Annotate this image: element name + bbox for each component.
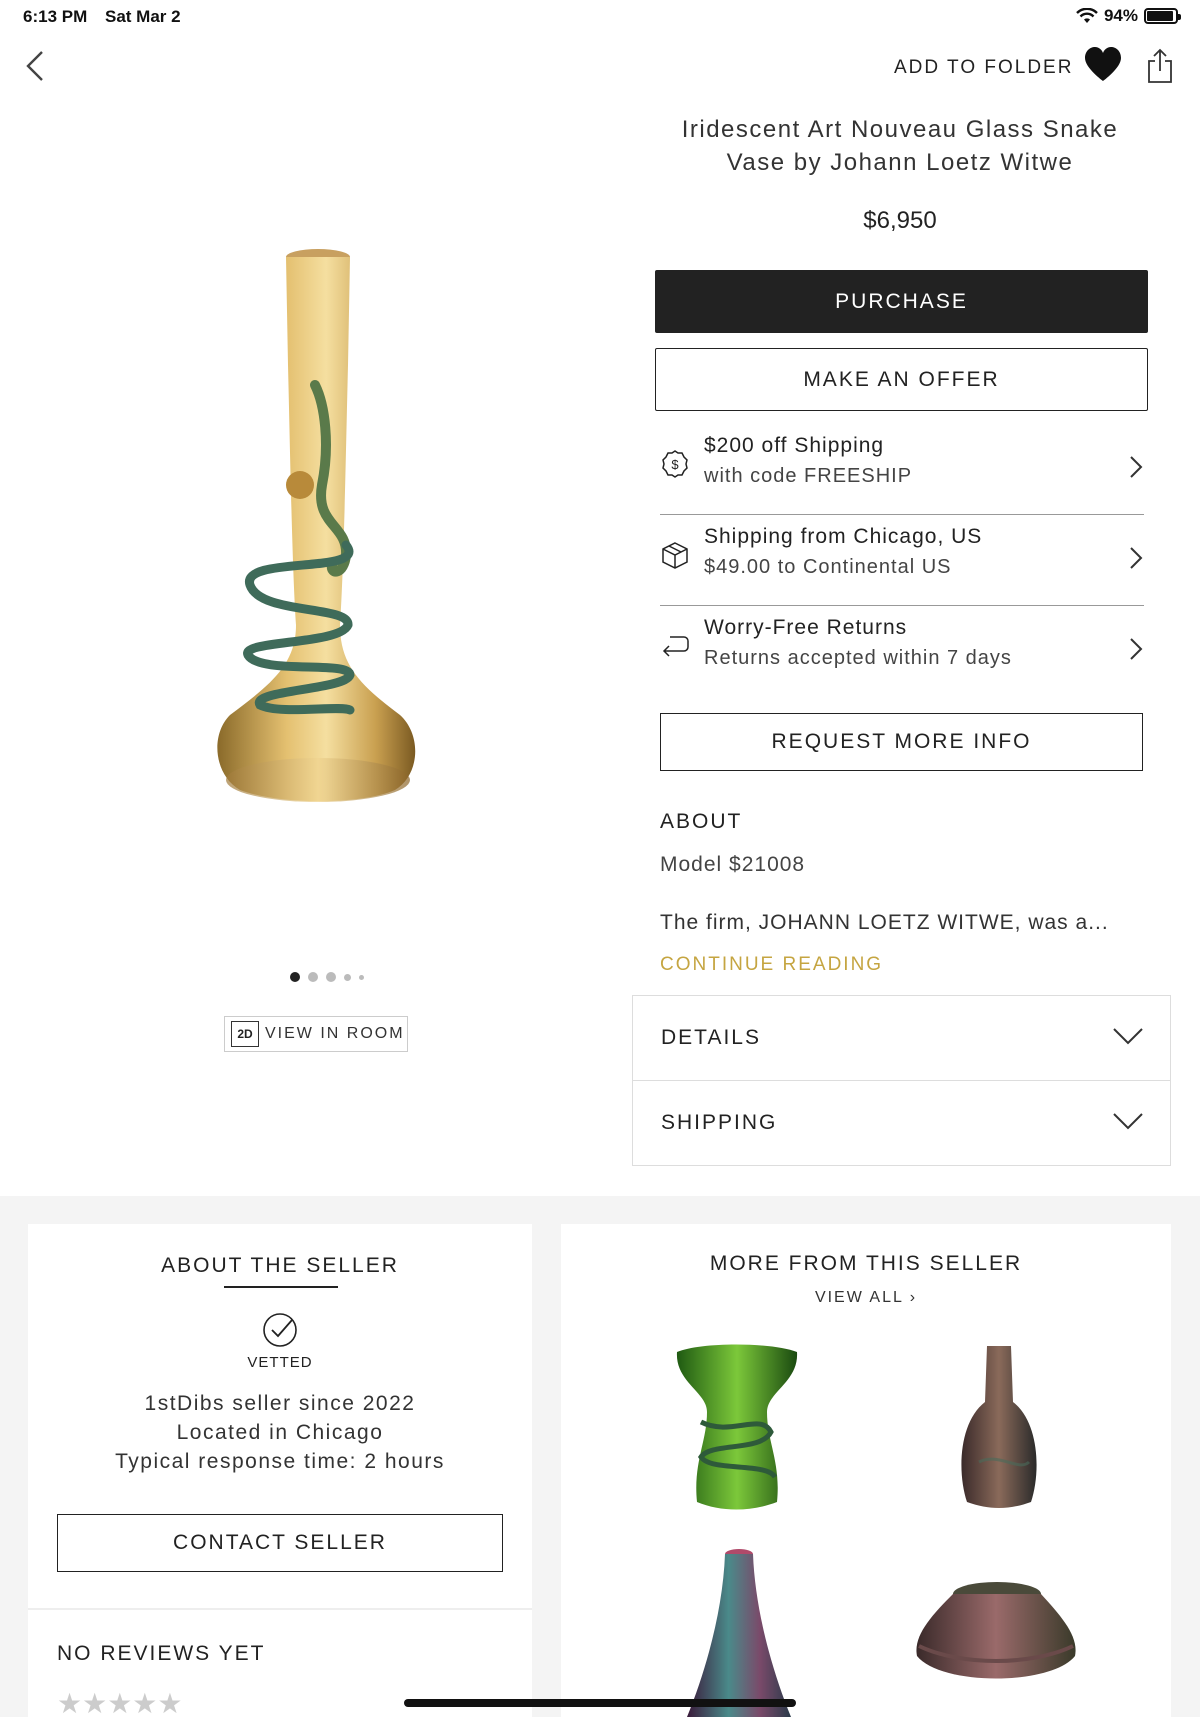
home-indicator[interactable] [404, 1699, 796, 1707]
about-model: Model $21008 [660, 853, 806, 876]
seller-since: 1stDibs seller since 2022 [144, 1392, 416, 1415]
title-underline [224, 1286, 338, 1288]
product-title: Iridescent Art Nouveau Glass Snake Vase … [681, 116, 1119, 176]
chevron-right-icon [1130, 638, 1143, 660]
make-offer-button[interactable]: MAKE AN OFFER [655, 348, 1148, 411]
status-time: 6:13 PM [23, 7, 88, 26]
status-bar: 6:13 PM Sat Mar 2 94% [0, 0, 1200, 34]
request-more-info-button[interactable]: REQUEST MORE INFO [660, 713, 1143, 771]
seller-response-time: Typical response time: 2 hours [115, 1450, 445, 1473]
about-description: The firm, JOHANN LOETZ WITWE, was a... [660, 911, 1109, 934]
details-accordion[interactable]: DETAILS [632, 995, 1171, 1081]
pagination-dot[interactable] [308, 972, 318, 982]
gallery-pagination[interactable] [290, 972, 364, 982]
svg-text:$: $ [671, 457, 679, 472]
battery-percent: 94% [1103, 6, 1138, 25]
battery-icon [1144, 8, 1181, 24]
details-label: DETAILS [661, 1026, 761, 1049]
more-from-seller-title: MORE FROM THIS SELLER [709, 1252, 1023, 1275]
star-rating: ★★★★★ [57, 1688, 183, 1717]
about-seller-title: ABOUT THE SELLER [161, 1254, 399, 1277]
add-to-folder-button[interactable]: ADD TO FOLDER [894, 57, 1073, 79]
return-arrow-icon [662, 636, 689, 657]
shipping-label: SHIPPING [661, 1111, 778, 1134]
chevron-right-icon [1130, 547, 1143, 569]
shipping-origin-row[interactable]: Shipping from Chicago, US $49.00 to Cont… [660, 516, 1144, 606]
product-price: $6,950 [863, 207, 937, 234]
contact-seller-button[interactable]: CONTACT SELLER [57, 1514, 503, 1572]
pagination-dot[interactable] [359, 974, 364, 980]
chevron-down-icon [1113, 1113, 1143, 1130]
continue-reading-link[interactable]: CONTINUE READING [660, 954, 883, 976]
shipping-accordion[interactable]: SHIPPING [632, 1080, 1171, 1166]
share-icon[interactable] [1146, 48, 1174, 84]
vetted-label: VETTED [247, 1354, 313, 1371]
pagination-dot[interactable] [326, 972, 336, 982]
status-date: Sat Mar 2 [105, 7, 181, 26]
seller-location: Located in Chicago [176, 1421, 384, 1444]
vase-illustration [217, 249, 416, 802]
dollar-badge-icon: $ [662, 450, 688, 478]
more-from-seller-card: MORE FROM THIS SELLER VIEW ALL › [561, 1224, 1171, 1717]
view-in-room-button[interactable]: 2D VIEW IN ROOM [224, 1016, 408, 1052]
returns-row[interactable]: Worry-Free Returns Returns accepted with… [660, 607, 1144, 697]
status-indicators: 94% [1076, 6, 1181, 26]
pagination-dot[interactable] [290, 972, 300, 982]
box-icon [662, 542, 688, 569]
view-in-room-label: VIEW IN ROOM [265, 1025, 405, 1042]
product-image[interactable] [200, 245, 440, 815]
view-all-link[interactable]: VIEW ALL › [561, 1289, 1171, 1307]
divider [28, 1608, 532, 1610]
product-thumbnail-bronze-vase[interactable] [949, 1342, 1049, 1512]
product-thumbnail-iridescent-vase[interactable] [681, 1548, 801, 1717]
pagination-dot[interactable] [344, 973, 351, 981]
2d-icon: 2D [231, 1021, 259, 1047]
about-heading: ABOUT [660, 810, 743, 833]
back-chevron-icon[interactable] [22, 48, 52, 84]
heart-icon[interactable] [1083, 46, 1123, 84]
shipping-promo-row[interactable]: $ $200 off Shipping with code FREESHIP [660, 425, 1144, 515]
chevron-down-icon [1113, 1028, 1143, 1045]
product-thumbnail-bowl[interactable] [911, 1576, 1081, 1717]
purchase-button[interactable]: PURCHASE [655, 270, 1148, 333]
about-seller-card: ABOUT THE SELLER VETTED 1stDibs seller s… [28, 1224, 532, 1717]
reviews-heading: NO REVIEWS YET [57, 1642, 266, 1665]
wifi-icon [1076, 8, 1098, 23]
product-thumbnail-green-vase[interactable] [671, 1342, 803, 1512]
chevron-right-icon [1130, 456, 1143, 478]
vetted-check-icon [263, 1313, 297, 1347]
